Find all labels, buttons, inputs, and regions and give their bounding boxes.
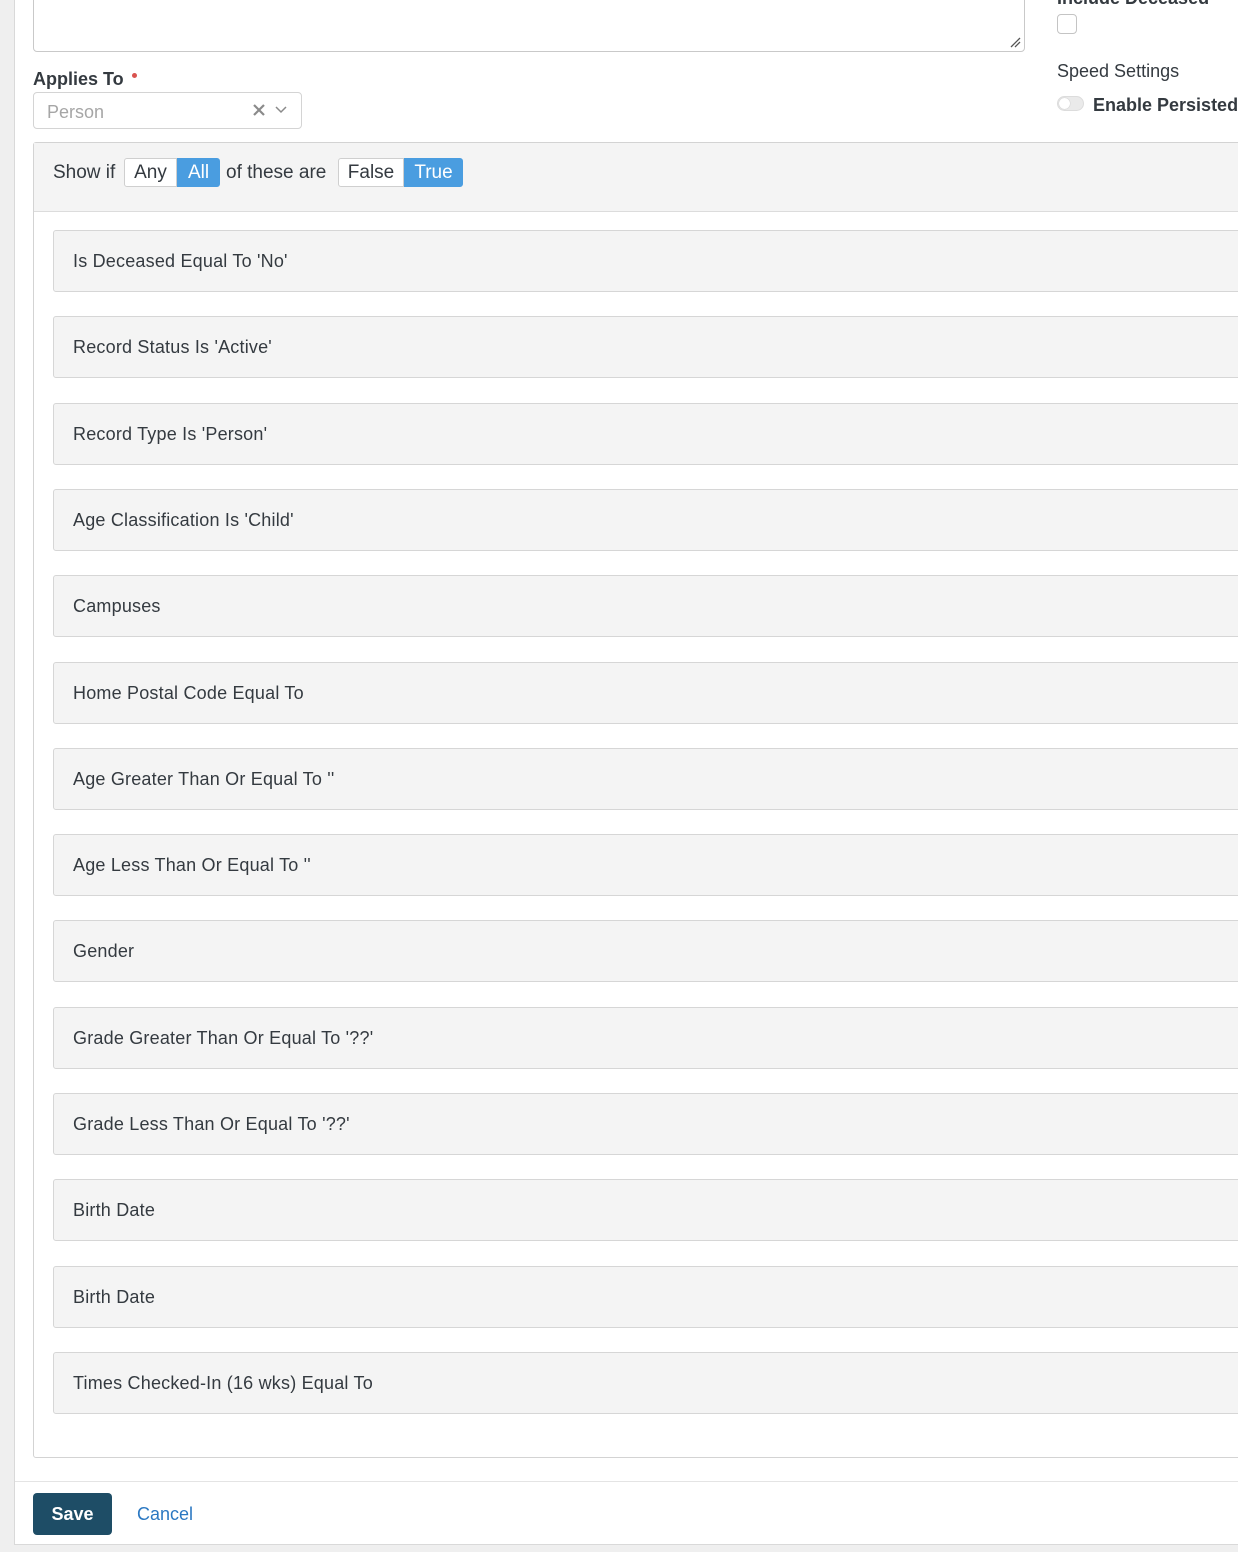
- filter-rule-row[interactable]: Gender: [53, 920, 1238, 982]
- filter-rule-row[interactable]: Grade Greater Than Or Equal To '??': [53, 1007, 1238, 1069]
- description-textarea[interactable]: [33, 0, 1025, 52]
- filter-rule-row[interactable]: Birth Date: [53, 1266, 1238, 1328]
- applies-to-label: Applies To: [33, 69, 124, 89]
- chevron-down-icon[interactable]: [275, 105, 287, 115]
- filter-rule-row[interactable]: Is Deceased Equal To 'No': [53, 230, 1238, 292]
- filter-rule-row[interactable]: Home Postal Code Equal To: [53, 662, 1238, 724]
- filter-rule-row[interactable]: Times Checked-In (16 wks) Equal To: [53, 1352, 1238, 1414]
- cancel-link[interactable]: Cancel: [137, 1504, 193, 1525]
- all-button[interactable]: All: [177, 158, 220, 187]
- filter-rule-label: Campuses: [73, 596, 161, 616]
- footer-divider: [15, 1481, 1238, 1482]
- filter-rule-label: Is Deceased Equal To 'No': [73, 251, 288, 271]
- filter-rule-label: Record Status Is 'Active': [73, 337, 272, 357]
- filter-rule-label: Times Checked-In (16 wks) Equal To: [73, 1373, 373, 1393]
- filter-rule-label: Record Type Is 'Person': [73, 424, 268, 444]
- filter-rule-label: Age Classification Is 'Child': [73, 510, 294, 530]
- of-these-are-text: of these are: [226, 162, 327, 183]
- filter-rule-row[interactable]: Record Status Is 'Active': [53, 316, 1238, 378]
- include-deceased-checkbox[interactable]: [1057, 14, 1077, 34]
- filter-rule-row[interactable]: Grade Less Than Or Equal To '??': [53, 1093, 1238, 1155]
- filter-header: Show if Any All of these are False True: [34, 143, 1238, 212]
- resize-grip-icon[interactable]: [1009, 36, 1021, 48]
- applies-to-value: Person: [47, 102, 105, 122]
- filter-rule-label: Grade Less Than Or Equal To '??': [73, 1114, 350, 1134]
- required-indicator: [132, 73, 137, 78]
- include-deceased-label: Include Deceased: [1057, 0, 1209, 9]
- false-button[interactable]: False: [338, 158, 404, 187]
- filter-rule-row[interactable]: Age Less Than Or Equal To '': [53, 834, 1238, 896]
- filter-rule-label: Age Less Than Or Equal To '': [73, 855, 311, 875]
- filter-rule-row[interactable]: Campuses: [53, 575, 1238, 637]
- filter-rule-label: Gender: [73, 941, 135, 961]
- any-button[interactable]: Any: [124, 158, 177, 187]
- filter-group: Show if Any All of these are False True …: [33, 142, 1238, 1458]
- enable-persisted-label: Enable Persisted: [1093, 95, 1238, 115]
- save-button[interactable]: Save: [33, 1493, 112, 1535]
- filter-rule-label: Grade Greater Than Or Equal To '??': [73, 1028, 374, 1048]
- filter-rule-row[interactable]: Age Classification Is 'Child': [53, 489, 1238, 551]
- applies-to-select[interactable]: Person: [33, 92, 302, 129]
- filter-rule-row[interactable]: Record Type Is 'Person': [53, 403, 1238, 465]
- speed-settings-label: Speed Settings: [1057, 61, 1180, 81]
- true-button[interactable]: True: [404, 158, 463, 187]
- filter-rule-label: Age Greater Than Or Equal To '': [73, 769, 335, 789]
- filter-rule-label: Birth Date: [73, 1287, 156, 1307]
- filter-rule-row[interactable]: Birth Date: [53, 1179, 1238, 1241]
- filter-rule-label: Home Postal Code Equal To: [73, 683, 304, 703]
- clear-icon[interactable]: [252, 103, 266, 117]
- filter-rule-row[interactable]: Age Greater Than Or Equal To '': [53, 748, 1238, 810]
- toggle-knob: [1059, 98, 1070, 109]
- enable-persisted-toggle[interactable]: [1057, 96, 1084, 111]
- show-if-text: Show if: [53, 162, 116, 183]
- filter-rule-label: Birth Date: [73, 1200, 156, 1220]
